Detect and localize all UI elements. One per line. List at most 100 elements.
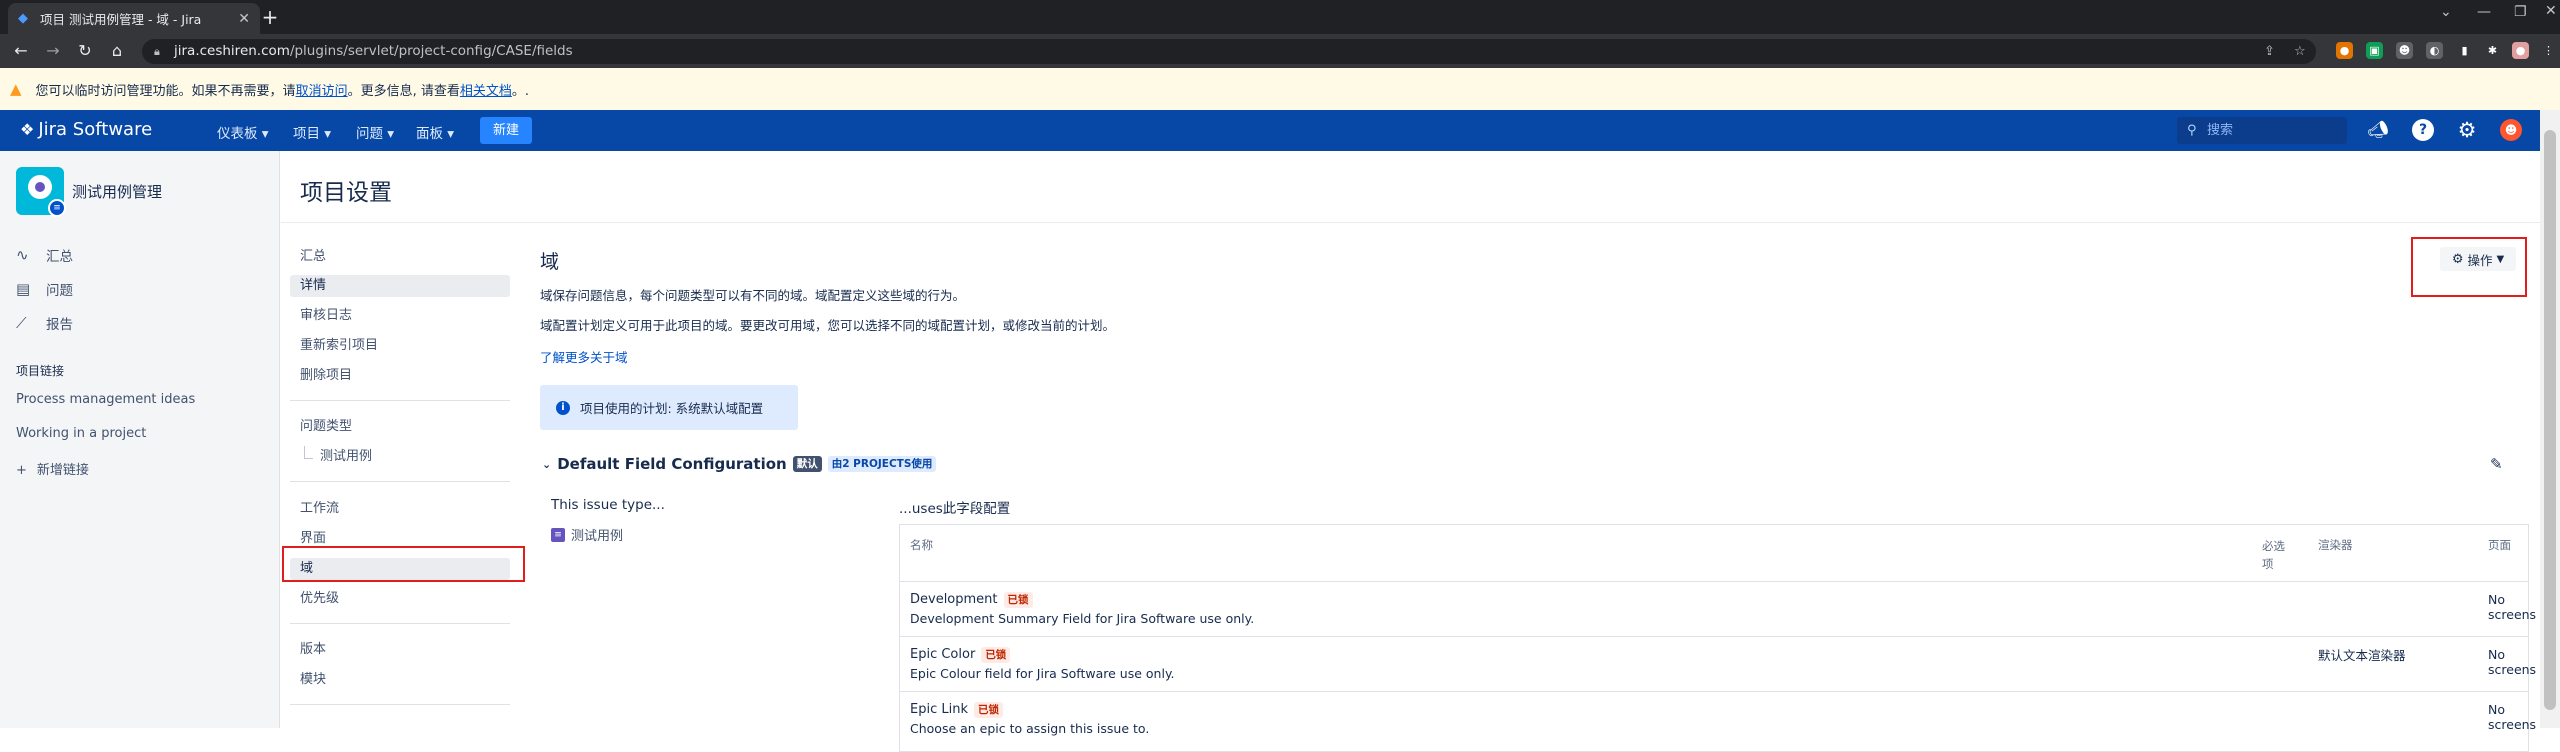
page-title: 项目设置 [300, 180, 392, 206]
project-link[interactable]: Working in a project [16, 426, 146, 441]
project-name[interactable]: 测试用例管理 [72, 181, 162, 202]
bookmark-icon[interactable]: ▮ [2456, 42, 2473, 59]
lock-icon: 🔒︎ [154, 45, 160, 58]
scheme-info-text: 项目使用的计划: 系统默认域配置 [580, 401, 764, 416]
extension-icon[interactable]: ● [2336, 42, 2353, 59]
profile-avatar[interactable]: ● [2512, 42, 2529, 59]
settings-item-components[interactable]: 模块 [290, 669, 510, 691]
warning-text: 。更多信息, 请查看 [347, 83, 460, 99]
issues-icon: ▤ [16, 280, 31, 298]
section-title: 域 [540, 251, 560, 273]
avatar-pupil [35, 182, 45, 192]
scrollbar-thumb[interactable] [2544, 130, 2556, 710]
url-host: jira.ceshiren.com [174, 43, 290, 59]
forward-icon[interactable]: → [42, 41, 64, 60]
field-config-header[interactable]: ⌄ Default Field Configuration 默认 由2 PROJ… [542, 455, 937, 473]
jira-favicon-icon: ◆ [18, 10, 28, 26]
page-scrollbar[interactable] [2540, 110, 2560, 728]
megaphone-icon[interactable]: 📣︎ [2367, 119, 2389, 141]
new-tab-button[interactable]: + [258, 6, 282, 30]
plus-icon: + [16, 463, 27, 478]
project-avatar[interactable]: ≡ [16, 167, 66, 217]
home-icon[interactable]: ⌂ [106, 41, 128, 60]
settings-item-reindex[interactable]: 重新索引项目 [290, 335, 510, 357]
close-window-icon[interactable]: ✕ [2545, 3, 2557, 19]
extension-icon[interactable]: ◐ [2426, 42, 2443, 59]
settings-item-priorities[interactable]: 优先级 [290, 588, 510, 610]
menu-label: 项目 [293, 126, 320, 142]
locked-badge: 已锁 [1003, 592, 1033, 608]
sidebar-item-summary[interactable]: ∿ 汇总 [16, 245, 73, 265]
user-avatar[interactable]: ☻ [2500, 119, 2522, 141]
warning-icon: ▲ [10, 80, 22, 98]
divider [290, 400, 510, 401]
jira-top-nav: ❖ Jira Software 仪表板 ▾ 项目 ▾ 问题 ▾ 面板 ▾ 新建 … [0, 110, 2540, 151]
extension-icon[interactable]: ▣ [2366, 42, 2383, 59]
close-tab-icon[interactable]: ✕ [238, 11, 250, 27]
jira-diamond-icon: ❖ [20, 120, 35, 139]
add-link-button[interactable]: + 新增链接 [16, 459, 89, 478]
cancel-access-link[interactable]: 取消访问 [296, 80, 348, 99]
logo-text: Jira Software [38, 119, 153, 140]
sidebar-item-reports[interactable]: ⟋ 报告 [16, 313, 73, 333]
divider [290, 623, 510, 624]
field-screens: No screens [2488, 647, 2537, 677]
project-badge-icon: ≡ [48, 199, 66, 217]
fields-table: 名称 必选项 渲染器 页面 Development 已锁 Development … [899, 524, 2536, 752]
browser-tab[interactable]: ◆ 项目 测试用例管理 - 域 - Jira ✕ [8, 3, 260, 34]
fields-description: 域保存问题信息，每个问题类型可以有不同的域。域配置定义这些域的行为。 [540, 288, 966, 303]
menu-label: 面板 [416, 126, 443, 142]
menu-boards[interactable]: 面板 ▾ [416, 122, 454, 142]
edit-pencil-icon[interactable]: ✎ [2490, 455, 2503, 473]
gear-icon[interactable]: ⚙ [2456, 119, 2478, 141]
restore-icon[interactable]: ❐ [2514, 4, 2527, 20]
more-menu-icon[interactable]: ⋮ [2540, 42, 2557, 59]
projects-badge[interactable]: 由2 PROJECTS使用 [827, 456, 937, 472]
divider [281, 222, 2540, 223]
back-icon[interactable]: ← [10, 41, 32, 60]
settings-item-delete[interactable]: 删除项目 [290, 365, 510, 387]
search-input[interactable]: ⚲ 搜索 [2177, 117, 2347, 144]
report-icon: ⟋ [16, 314, 27, 332]
scheme-info-box: i 项目使用的计划: 系统默认域配置 [540, 385, 798, 430]
field-config-name: Default Field Configuration [557, 455, 787, 473]
menu-dashboards[interactable]: 仪表板 ▾ [217, 122, 269, 142]
column-header-name: 名称 [910, 538, 933, 552]
project-link[interactable]: Process management ideas [16, 392, 195, 407]
menu-issues[interactable]: 问题 ▾ [356, 122, 394, 142]
settings-item-summary[interactable]: 汇总 [290, 246, 510, 268]
chevron-down-icon[interactable]: ⌄ [2440, 4, 2452, 20]
settings-item-versions[interactable]: 版本 [290, 639, 510, 661]
learn-more-link[interactable]: 了解更多关于域 [540, 347, 628, 366]
info-icon: i [556, 400, 570, 415]
share-icon[interactable]: ⇪ [2264, 39, 2275, 64]
sidebar-item-issues[interactable]: ▤ 问题 [16, 279, 73, 299]
bookmark-star-icon[interactable]: ☆ [2294, 39, 2306, 64]
menu-label: 问题 [356, 126, 383, 142]
sidebar-item-label: 问题 [46, 283, 73, 299]
extension-icon[interactable]: ☻ [2396, 42, 2413, 59]
reload-icon[interactable]: ↻ [74, 41, 96, 60]
issue-type-label: 测试用例 [571, 529, 624, 544]
create-button[interactable]: 新建 [480, 117, 532, 144]
settings-item-audit-log[interactable]: 审核日志 [290, 305, 510, 327]
column-header-screens: 页面 [2488, 538, 2511, 552]
puzzle-extensions-icon[interactable]: ✱ [2484, 42, 2501, 59]
minimize-icon[interactable]: — [2477, 4, 2491, 20]
settings-item-issue-types[interactable]: 问题类型 [290, 416, 510, 438]
field-description: Epic Colour field for Jira Software use … [910, 666, 1175, 681]
highlight-box [282, 546, 525, 582]
menu-projects[interactable]: 项目 ▾ [293, 122, 331, 142]
settings-item-workflows[interactable]: 工作流 [290, 498, 510, 520]
docs-link[interactable]: 相关文档 [460, 80, 512, 99]
project-links-heading: 项目链接 [16, 364, 65, 378]
settings-item-test-case[interactable]: 测试用例 [290, 446, 510, 468]
menu-label: 仪表板 [217, 126, 258, 142]
jira-logo[interactable]: ❖ Jira Software [20, 119, 152, 140]
field-name-text: Epic Color [910, 647, 976, 662]
search-placeholder: 搜索 [2207, 123, 2234, 138]
url-input[interactable]: 🔒︎ jira.ceshiren.com/plugins/servlet/pro… [142, 39, 2316, 64]
settings-item-details[interactable]: 详情 [290, 275, 510, 297]
help-icon[interactable]: ? [2412, 119, 2434, 141]
divider [290, 481, 510, 482]
